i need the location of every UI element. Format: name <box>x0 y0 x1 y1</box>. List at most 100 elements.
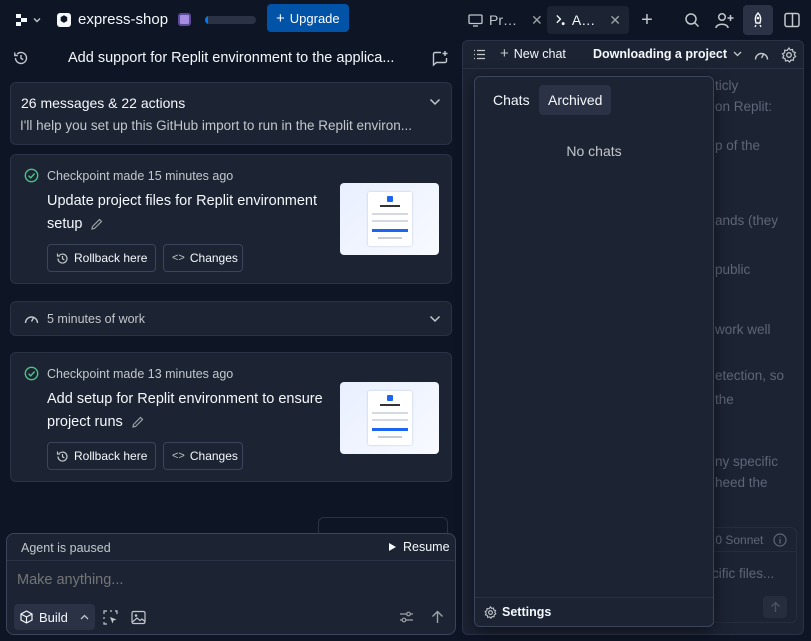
tab-chats[interactable]: Chats <box>484 85 539 115</box>
chats-popover: Chats Archived No chats Settings <box>474 76 714 627</box>
chevron-down-icon <box>33 18 41 23</box>
rocket-icon <box>754 12 762 28</box>
edit-pencil-icon[interactable] <box>90 217 104 231</box>
chevron-up-icon <box>80 614 89 620</box>
tab-preview[interactable]: Pr… ✕ <box>460 6 551 34</box>
list-icon[interactable] <box>473 49 486 60</box>
changes-button[interactable]: <> Changes <box>163 244 243 272</box>
arrow-up-icon <box>770 601 780 612</box>
messages-count: 26 messages & 22 actions <box>21 95 186 111</box>
select-element-icon <box>102 609 118 625</box>
chevron-down-icon <box>429 98 441 106</box>
composer: Agent is paused Resume Build <box>6 533 456 635</box>
close-tab-icon[interactable]: ✕ <box>609 12 621 29</box>
sliders-icon <box>399 611 413 623</box>
work-duration-label: 5 minutes of work <box>47 312 145 326</box>
edit-pencil-icon[interactable] <box>131 415 145 429</box>
messages-summary-card[interactable]: 26 messages & 22 actions I'll help you s… <box>10 82 452 145</box>
changes-button[interactable]: <> Changes <box>163 442 243 470</box>
plus-icon: + <box>641 8 653 31</box>
project-switcher[interactable]: ⬢ express-shop <box>57 11 168 28</box>
rollback-button[interactable]: Rollback here <box>47 244 157 272</box>
check-circle-icon <box>24 366 39 381</box>
speedometer-icon <box>24 316 39 324</box>
select-element-button[interactable] <box>102 609 118 625</box>
checkpoint-screenshot-thumbnail[interactable] <box>340 382 439 454</box>
bg-message-fragment: p of the <box>715 138 761 153</box>
new-thread-button[interactable] <box>431 49 449 67</box>
usage-progress-fill <box>205 16 208 24</box>
chevron-down-icon <box>429 315 441 323</box>
chevron-down-icon <box>733 51 742 57</box>
paused-label: Agent is paused <box>21 541 111 555</box>
bg-send-button <box>763 596 787 618</box>
image-icon <box>130 610 146 624</box>
resume-button[interactable]: Resume <box>388 540 450 554</box>
bg-message-fragment: ands (they <box>715 213 779 228</box>
bg-message-fragment: work well <box>715 322 771 337</box>
new-chat-button[interactable]: + New chat <box>500 46 566 61</box>
prompt-input[interactable] <box>17 568 437 592</box>
checkpoint-title: Add setup for Replit environment to ensu… <box>47 391 323 407</box>
chat-title-dropdown[interactable]: Downloading a project <box>593 47 742 61</box>
close-tab-icon[interactable]: ✕ <box>531 12 543 29</box>
info-icon <box>773 533 787 547</box>
gear-icon <box>484 605 497 619</box>
code-icon: <> <box>172 252 185 264</box>
check-circle-icon <box>24 168 39 183</box>
replit-menu-button[interactable] <box>12 12 44 28</box>
screenshot-preview <box>367 192 412 246</box>
gear-icon[interactable] <box>781 47 797 63</box>
summary-preview: I'll help you set up this GitHub import … <box>20 118 413 133</box>
paused-bar: Agent is paused Resume <box>7 534 455 561</box>
attach-image-button[interactable] <box>130 609 146 625</box>
bg-message-fragment: ny specific <box>715 454 779 469</box>
invite-button[interactable] <box>714 10 734 30</box>
monitor-icon <box>468 13 483 27</box>
history-button[interactable] <box>13 50 29 66</box>
deploy-button[interactable] <box>743 5 773 35</box>
rollback-button[interactable]: Rollback here <box>47 442 157 470</box>
agent-icon <box>556 14 565 26</box>
sidebar-toggle-icon <box>784 12 800 28</box>
bg-message-fragment: heed the <box>715 475 768 490</box>
checkpoint-status: Checkpoint made 13 minutes ago <box>47 367 234 381</box>
mode-selector[interactable]: Build <box>14 604 95 630</box>
project-logo-icon: ⬢ <box>57 12 71 27</box>
agent-panel-header: + New chat Downloading a project <box>463 41 803 69</box>
settings-sliders-button[interactable] <box>398 609 414 625</box>
thread-title: Add support for Replit environment to th… <box>68 50 395 66</box>
bg-placeholder: cific files... <box>712 566 775 581</box>
top-bar: ⬢ express-shop + Upgrade Pr… ✕ A… ✕ + <box>0 0 811 40</box>
project-name: express-shop <box>78 11 169 28</box>
upgrade-button[interactable]: + Upgrade <box>267 4 349 32</box>
divider <box>475 597 713 598</box>
arrow-up-icon <box>431 610 443 623</box>
cube-icon <box>20 610 33 624</box>
checkpoint-card: Checkpoint made 15 minutes ago Update pr… <box>10 154 452 284</box>
history-icon <box>14 51 28 65</box>
send-button[interactable] <box>429 609 445 625</box>
bg-message-fragment: ticly <box>715 78 739 93</box>
bg-model-label: .0 Sonnet <box>712 533 764 547</box>
search-icon <box>685 13 700 28</box>
bg-message-fragment: on Replit: <box>715 99 773 114</box>
checkpoint-screenshot-thumbnail[interactable] <box>340 183 439 255</box>
new-tab-button[interactable]: + <box>637 8 657 31</box>
rollback-icon <box>56 450 68 462</box>
plus-icon: + <box>276 9 285 27</box>
screenshot-preview <box>367 391 412 445</box>
plan-badge-icon <box>178 13 191 26</box>
search-button[interactable] <box>683 11 701 29</box>
play-icon <box>389 543 396 551</box>
tab-agent[interactable]: A… ✕ <box>547 6 629 34</box>
tab-archived[interactable]: Archived <box>539 85 612 115</box>
speedometer-icon[interactable] <box>754 49 769 61</box>
checkpoint-title: Update project files for Replit environm… <box>47 193 317 209</box>
work-duration-row[interactable]: 5 minutes of work <box>10 301 452 336</box>
settings-button[interactable]: Settings <box>484 605 551 619</box>
replit-logo-icon <box>16 14 27 26</box>
bg-message-fragment: the <box>715 392 734 407</box>
new-chat-icon <box>432 50 447 66</box>
toggle-panel-button[interactable] <box>783 11 801 29</box>
